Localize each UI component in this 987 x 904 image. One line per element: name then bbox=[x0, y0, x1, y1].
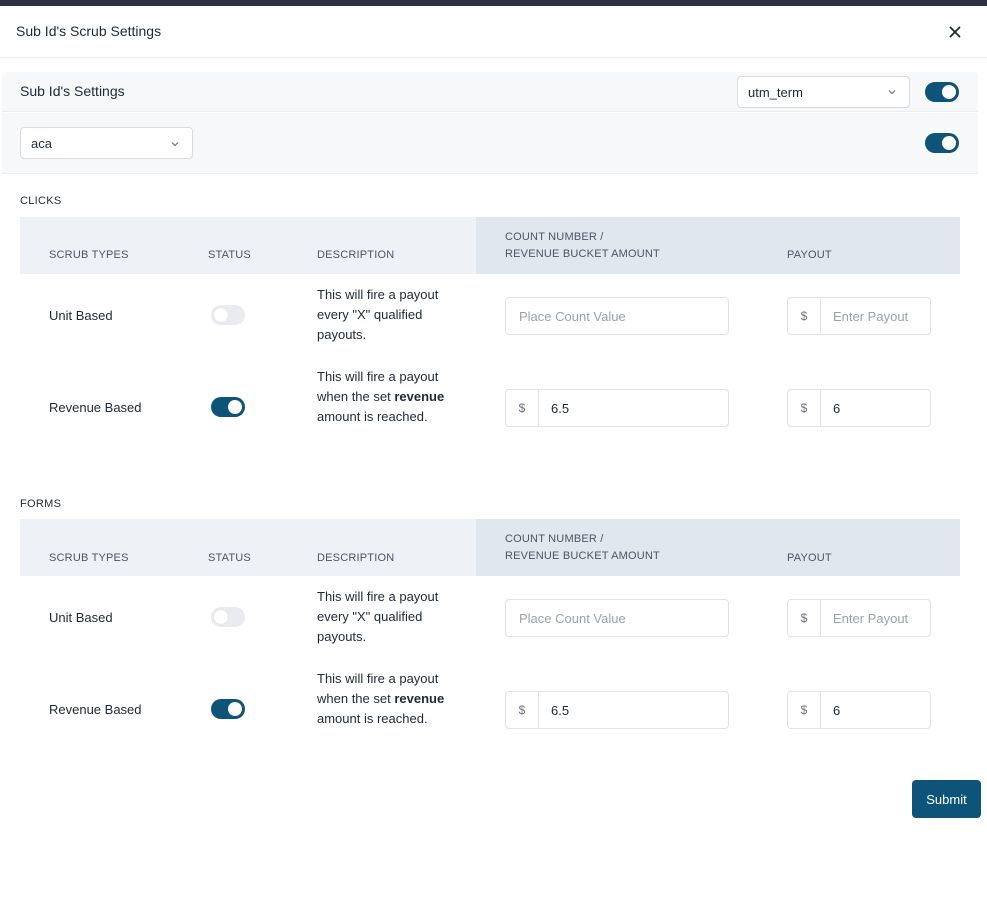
description: This will fire a payout every "X" qualif… bbox=[317, 589, 439, 644]
count-placeholder: Place Count Value bbox=[519, 610, 626, 626]
toggle-knob bbox=[228, 400, 242, 414]
currency-addon: $ bbox=[505, 691, 539, 729]
count-value: 6.5 bbox=[551, 400, 570, 416]
close-button[interactable] bbox=[944, 21, 966, 43]
modal-header: Sub Id's Scrub Settings bbox=[0, 6, 987, 58]
description: This will fire a payout every "X" qualif… bbox=[317, 287, 439, 342]
currency-addon: $ bbox=[787, 297, 821, 335]
section-label-clicks: CLICKS bbox=[20, 195, 62, 207]
payout-input[interactable]: 6 bbox=[820, 389, 931, 427]
currency-addon: $ bbox=[787, 389, 821, 427]
payout-input[interactable]: 6 bbox=[820, 691, 931, 729]
sub-id-toggle[interactable] bbox=[925, 133, 959, 153]
scrub-type: Unit Based bbox=[49, 308, 113, 323]
sub-id-select-value: aca bbox=[31, 135, 52, 151]
payout-value: 6 bbox=[833, 702, 841, 718]
th-payout: PAYOUT bbox=[787, 552, 832, 564]
payout-placeholder: Enter Payout bbox=[833, 308, 909, 324]
th-scrub-types: SCRUB TYPES bbox=[49, 249, 129, 261]
sub-id-select[interactable]: aca bbox=[20, 127, 193, 159]
th-description: DESCRIPTION bbox=[317, 552, 395, 564]
scrub-type: Revenue Based bbox=[49, 702, 142, 717]
currency-addon: $ bbox=[787, 599, 821, 637]
scrub-type: Revenue Based bbox=[49, 400, 142, 415]
clicks-table-header: SCRUB TYPES STATUS DESCRIPTION COUNT NUM… bbox=[20, 217, 960, 274]
th-count: COUNT NUMBER / REVENUE BUCKET AMOUNT bbox=[505, 229, 660, 263]
param-toggle[interactable] bbox=[925, 82, 959, 102]
th-description: DESCRIPTION bbox=[317, 249, 395, 261]
th-count: COUNT NUMBER / REVENUE BUCKET AMOUNT bbox=[505, 531, 660, 565]
description: This will fire a payout when the set rev… bbox=[317, 669, 467, 729]
th-scrub-types: SCRUB TYPES bbox=[49, 552, 129, 564]
chevron-down-icon bbox=[171, 142, 179, 147]
toggle-knob bbox=[942, 136, 956, 150]
toggle-knob bbox=[214, 308, 228, 322]
status-toggle[interactable] bbox=[211, 305, 245, 325]
param-select-value: utm_term bbox=[748, 84, 803, 100]
close-icon bbox=[949, 26, 961, 38]
payout-input[interactable]: Enter Payout bbox=[820, 599, 931, 637]
th-count-line1: COUNT NUMBER / bbox=[505, 231, 604, 243]
count-value: 6.5 bbox=[551, 702, 570, 718]
th-count-line2: REVENUE BUCKET AMOUNT bbox=[505, 248, 660, 260]
status-toggle[interactable] bbox=[211, 397, 245, 417]
scrub-type: Unit Based bbox=[49, 610, 113, 625]
th-count-line2: REVENUE BUCKET AMOUNT bbox=[505, 550, 660, 562]
param-select[interactable]: utm_term bbox=[737, 76, 910, 108]
currency-addon: $ bbox=[505, 389, 539, 427]
count-input[interactable]: 6.5 bbox=[538, 389, 729, 427]
count-input[interactable]: Place Count Value bbox=[505, 599, 729, 637]
section-label-forms: FORMS bbox=[20, 498, 62, 510]
description: This will fire a payout when the set rev… bbox=[317, 367, 467, 427]
status-toggle[interactable] bbox=[211, 607, 245, 627]
payout-placeholder: Enter Payout bbox=[833, 610, 909, 626]
payout-input[interactable]: Enter Payout bbox=[820, 297, 931, 335]
modal-title: Sub Id's Scrub Settings bbox=[16, 23, 162, 39]
description-bold: revenue bbox=[394, 691, 445, 706]
th-status: STATUS bbox=[208, 552, 251, 564]
forms-table-header: SCRUB TYPES STATUS DESCRIPTION COUNT NUM… bbox=[20, 519, 960, 576]
description-text-end: amount is reached. bbox=[317, 711, 428, 726]
description-bold: revenue bbox=[394, 389, 445, 404]
toggle-knob bbox=[942, 85, 956, 99]
count-input[interactable]: Place Count Value bbox=[505, 297, 729, 335]
count-placeholder: Place Count Value bbox=[519, 308, 626, 324]
th-status: STATUS bbox=[208, 249, 251, 261]
submit-button[interactable]: Submit bbox=[912, 780, 981, 818]
th-payout: PAYOUT bbox=[787, 249, 832, 261]
payout-value: 6 bbox=[833, 400, 841, 416]
th-count-line1: COUNT NUMBER / bbox=[505, 533, 604, 545]
settings-title: Sub Id's Settings bbox=[20, 83, 125, 99]
count-input[interactable]: 6.5 bbox=[538, 691, 729, 729]
toggle-knob bbox=[214, 610, 228, 624]
toggle-knob bbox=[228, 702, 242, 716]
currency-addon: $ bbox=[787, 691, 821, 729]
status-toggle[interactable] bbox=[211, 699, 245, 719]
chevron-down-icon bbox=[888, 90, 896, 95]
description-text-end: amount is reached. bbox=[317, 409, 428, 424]
